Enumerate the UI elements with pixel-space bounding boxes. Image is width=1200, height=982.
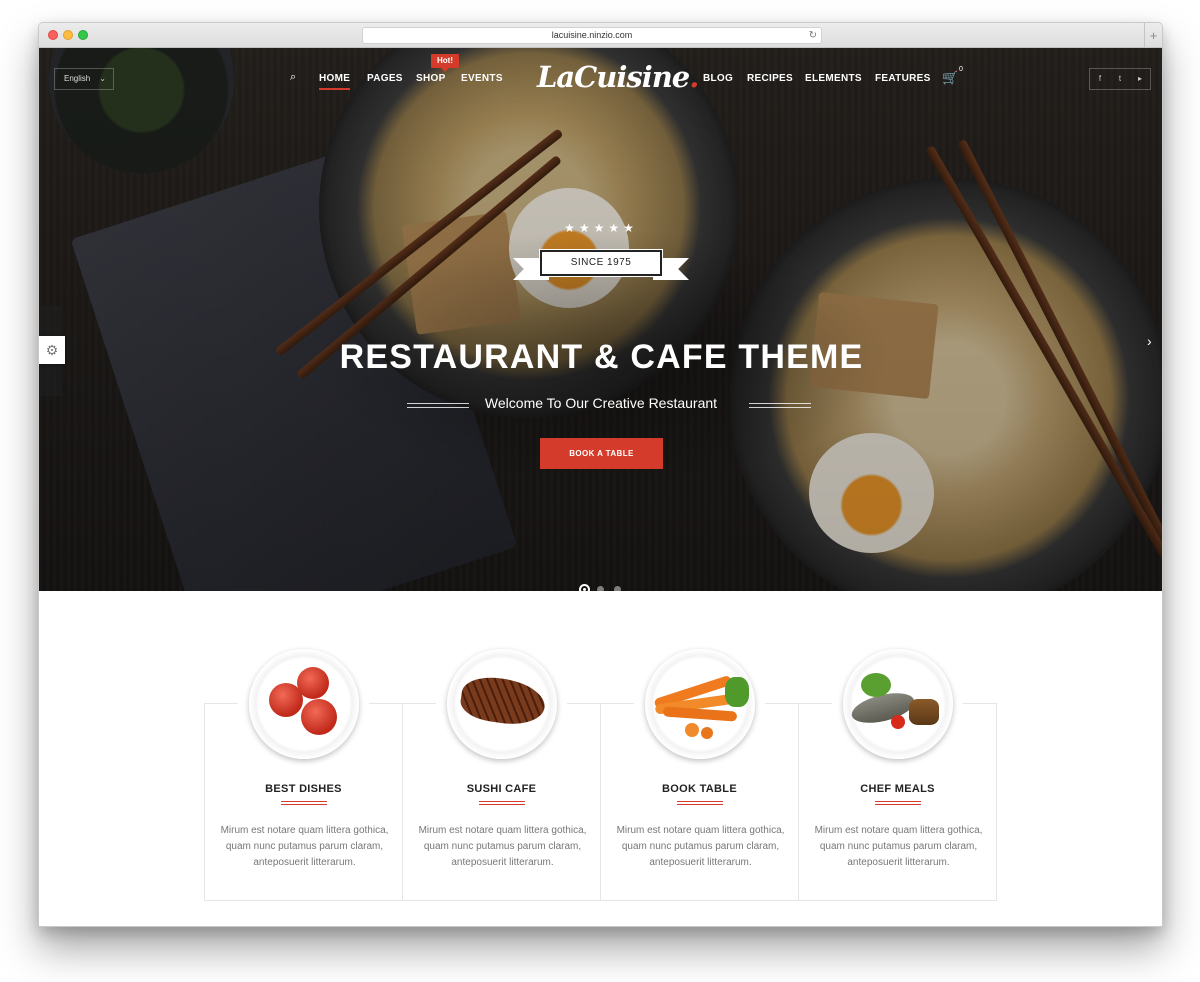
card-title: SUSHI CAFE	[466, 783, 537, 795]
title-underline	[281, 801, 327, 805]
search-icon[interactable]: ⌕	[290, 71, 296, 84]
features-section: BEST DISHES Mirum est notare quam litter…	[204, 649, 998, 901]
cart-count-badge: 0	[959, 66, 963, 73]
language-select[interactable]: English ⌄	[54, 68, 114, 90]
feature-card: BOOK TABLE Mirum est notare quam littera…	[600, 649, 799, 901]
feature-card: SUSHI CAFE Mirum est notare quam littera…	[402, 649, 601, 901]
hot-badge: Hot!	[431, 54, 459, 72]
nav-elements[interactable]: ELEMENTS	[805, 73, 862, 85]
slide-dot-2[interactable]	[597, 586, 604, 591]
carrots-image	[645, 649, 755, 759]
reload-icon[interactable]: ↻	[809, 28, 817, 43]
feature-card: BEST DISHES Mirum est notare quam litter…	[204, 649, 403, 901]
card-border	[765, 703, 799, 704]
nav-pages[interactable]: PAGES	[367, 73, 403, 85]
title-underline	[875, 801, 921, 805]
carrot-greens-image	[725, 677, 749, 707]
hero-overlay	[39, 48, 1162, 591]
card-title: BOOK TABLE	[662, 783, 737, 795]
steak-image	[458, 673, 548, 729]
feature-card: CHEF MEALS Mirum est notare quam littera…	[798, 649, 997, 901]
card-border	[369, 703, 403, 704]
browser-window: lacuisine.ninzio.com ↻ + English ⌄ ⌕ HOM…	[38, 22, 1163, 927]
minimize-window-button[interactable]	[63, 30, 73, 40]
since-ribbon: SINCE 1975	[513, 249, 689, 284]
facebook-icon[interactable]: f	[1090, 69, 1110, 89]
card-text: Mirum est notare quam littera gothica, q…	[418, 825, 587, 868]
card-text: Mirum est notare quam littera gothica, q…	[616, 825, 785, 868]
grilled-vegetables-image	[909, 699, 939, 725]
card-border	[963, 703, 997, 704]
nav-features[interactable]: FEATURES	[875, 73, 931, 85]
title-underline	[479, 801, 525, 805]
site-logo[interactable]: LaCuisine.	[537, 58, 699, 96]
card-border	[600, 703, 634, 704]
card-border	[402, 703, 436, 704]
tomato-image	[301, 699, 337, 735]
address-bar[interactable]: lacuisine.ninzio.com ↻	[362, 27, 822, 44]
new-tab-button[interactable]: +	[1144, 23, 1162, 48]
nav-events[interactable]: EVENTS	[461, 73, 503, 85]
close-window-button[interactable]	[48, 30, 58, 40]
twitter-icon[interactable]: t	[1110, 69, 1130, 89]
social-links: f t ▸	[1089, 68, 1151, 90]
card-border	[798, 703, 832, 704]
card-border	[204, 703, 238, 704]
card-title: BEST DISHES	[265, 783, 342, 795]
rating-stars: ★★★★★	[564, 221, 638, 235]
logo-dot: .	[689, 60, 699, 94]
steak-image	[447, 649, 557, 759]
youtube-icon[interactable]: ▸	[1130, 69, 1150, 89]
slide-dot-1[interactable]	[579, 584, 590, 591]
hero-slider: English ⌄ ⌕ HOME PAGES SHOP Hot! EVENTS …	[39, 48, 1162, 591]
nav-recipes[interactable]: RECIPES	[747, 73, 793, 85]
maximize-window-button[interactable]	[78, 30, 88, 40]
slider-pagination	[579, 584, 623, 591]
ribbon-label: SINCE 1975	[539, 249, 663, 277]
cart-icon[interactable]: 🛒	[942, 70, 958, 86]
chevron-down-icon: ⌄	[99, 74, 106, 83]
card-border	[567, 703, 601, 704]
nav-shop[interactable]: SHOP	[416, 73, 446, 85]
carrot-image	[662, 706, 738, 722]
carrot-slice-image	[685, 723, 699, 737]
logo-text: LaCuisine	[537, 60, 690, 94]
tomato-image	[891, 715, 905, 729]
fish-image	[843, 649, 953, 759]
carrot-slice-image	[701, 727, 713, 739]
hero-title: RESTAURANT & CAFE THEME	[339, 338, 864, 376]
card-text: Mirum est notare quam littera gothica, q…	[220, 825, 389, 868]
tomatoes-image	[249, 649, 359, 759]
book-table-button[interactable]: BOOK A TABLE	[540, 438, 663, 469]
next-slide-arrow[interactable]: ›	[1147, 333, 1152, 349]
language-label: English	[64, 74, 91, 83]
tomato-image	[297, 667, 329, 699]
nav-blog[interactable]: BLOG	[703, 73, 733, 85]
lettuce-image	[861, 673, 891, 697]
nav-home[interactable]: HOME	[319, 73, 351, 90]
card-text: Mirum est notare quam littera gothica, q…	[814, 825, 983, 868]
url-text: lacuisine.ninzio.com	[551, 30, 633, 40]
decorative-line	[749, 403, 811, 408]
gear-icon[interactable]: ⚙	[39, 336, 65, 364]
card-title: CHEF MEALS	[860, 783, 935, 795]
hero-subtitle: Welcome To Our Creative Restaurant	[484, 395, 718, 411]
title-underline	[677, 801, 723, 805]
slide-dot-3[interactable]	[614, 586, 621, 591]
browser-titlebar: lacuisine.ninzio.com ↻ +	[39, 23, 1162, 48]
